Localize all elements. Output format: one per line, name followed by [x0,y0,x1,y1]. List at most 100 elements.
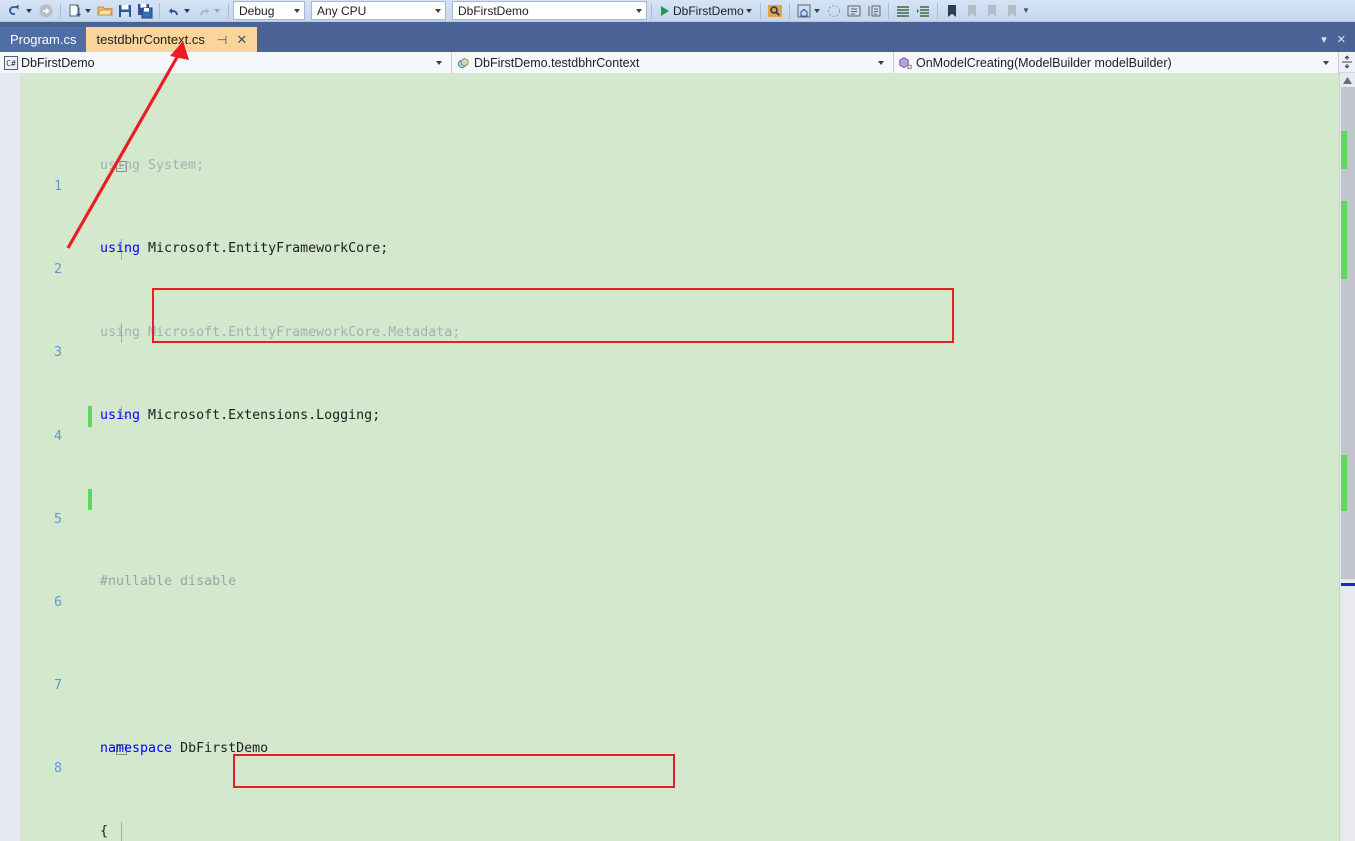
pin-tab-icon[interactable]: ⊣ [217,33,227,47]
close-tab-icon[interactable]: ✕ [236,32,247,48]
change-marker [1341,201,1347,279]
solution-platform-combo[interactable]: Any CPU [311,1,446,20]
line-number: 1 [53,178,62,194]
line-number: 2 [53,262,62,278]
caret-position-marker [1341,583,1355,586]
navbar-member-combo[interactable]: OnModelCreating(ModelBuilder modelBuilde… [894,52,1339,73]
editor-vertical-scrollbar[interactable] [1340,73,1355,841]
navbar-project-value: DbFirstDemo [21,55,95,70]
csharp-project-icon: C# [4,55,18,70]
change-bar [88,405,92,427]
line-number: 7 [53,678,62,694]
save-all-button[interactable] [135,1,155,21]
undo-history-button[interactable] [6,1,36,21]
line-number: 3 [53,345,62,361]
home-button[interactable] [794,1,824,21]
open-file-button[interactable] [95,1,115,21]
line-number: 4 [53,428,62,444]
code-line[interactable]: 3 using Microsoft.EntityFrameworkCore.Me… [20,322,1341,360]
class-icon [456,56,471,70]
scroll-up-arrow-icon[interactable] [1340,73,1355,87]
solution-platform-value: Any CPU [317,3,367,18]
save-icon [117,3,133,19]
comment-icon [846,3,862,19]
redo-button[interactable] [194,1,224,21]
navbar-member-value: OnModelCreating(ModelBuilder modelBuilde… [916,55,1172,70]
main-toolbar: Debug Any CPU DbFirstDemo DbFirstDemo ▾ [0,0,1355,22]
method-icon [898,56,913,70]
outdent-icon [915,3,931,19]
search-icon [767,3,783,19]
navbar-project-combo[interactable]: C# DbFirstDemo [0,52,452,73]
document-tab-strip: Program.cs testdbhrContext.cs ⊣ ✕ ▾ ✕ [0,22,1355,52]
bookmark-icon [944,3,960,19]
solution-configuration-combo[interactable]: Debug [233,1,305,20]
comment-selection-button[interactable] [844,1,864,21]
bookmark-clear-icon [1004,3,1020,19]
line-number: 5 [53,511,62,527]
new-item-button[interactable] [65,1,95,21]
code-line[interactable]: 5 [20,488,1341,527]
startup-project-combo[interactable]: DbFirstDemo [452,1,647,20]
tab-list-dropdown-icon[interactable]: ▾ [1316,33,1332,46]
uncomment-icon [866,3,882,19]
play-triangle-icon [658,3,671,19]
undo-button[interactable] [164,1,194,21]
split-editor-button[interactable] [1339,52,1355,72]
uncomment-selection-button[interactable] [864,1,884,21]
tabstrip-close-icon[interactable]: ✕ [1332,33,1351,46]
bookmark-next-icon [984,3,1000,19]
code-editor[interactable]: 1 − using System; 2 using Microsoft.Enti… [0,73,1355,841]
next-bookmark-button[interactable] [982,1,1002,21]
navbar-type-combo[interactable]: DbFirstDemo.testdbhrContext [452,52,894,73]
find-button[interactable] [765,1,785,21]
code-text-area[interactable]: 1 − using System; 2 using Microsoft.Enti… [20,73,1341,841]
start-debug-label: DbFirstDemo [673,3,744,18]
code-line[interactable]: 2 using Microsoft.EntityFrameworkCore; [20,239,1341,277]
decrease-indent-button[interactable] [913,1,933,21]
navigate-forward-button[interactable] [36,1,56,21]
change-marker [1341,455,1347,511]
line-number: 8 [53,761,62,777]
editor-right-edge [1339,73,1340,841]
code-line[interactable]: 4 using Microsoft.Extensions.Logging; [20,405,1341,444]
attach-dotted-icon [826,3,842,19]
code-line[interactable]: 1 − using System; [20,156,1341,194]
toolbar-overflow-button[interactable]: ▾ [1022,1,1031,21]
tab-program-cs[interactable]: Program.cs [0,27,87,52]
tabstrip-overflow-area: ▾ ✕ [1316,27,1355,52]
save-button[interactable] [115,1,135,21]
increase-indent-button[interactable] [893,1,913,21]
tab-testdbhrcontext-cs-label: testdbhrContext.cs [96,32,205,47]
save-all-icon [137,3,153,19]
forward-arrow-icon [38,3,54,19]
clear-bookmarks-button[interactable] [1002,1,1022,21]
code-line[interactable]: 8 − namespace DbFirstDemo [20,739,1341,777]
editor-navigation-bar: C# DbFirstDemo DbFirstDemo.testdbhrConte… [0,52,1355,73]
toggle-bookmark-button[interactable] [942,1,962,21]
change-marker [1341,131,1347,169]
undo-arrow-icon [8,3,24,19]
code-line[interactable]: 7 [20,655,1341,693]
line-number: 6 [53,594,62,610]
undo-icon [166,3,182,19]
tab-program-cs-label: Program.cs [10,32,77,47]
new-item-icon [67,3,83,19]
open-file-icon [97,3,113,19]
svg-text:C#: C# [6,59,16,68]
indent-icon [895,3,911,19]
code-line[interactable]: 9 { [20,821,1341,841]
navbar-type-value: DbFirstDemo.testdbhrContext [474,55,640,70]
editor-left-margin [0,73,20,841]
tab-testdbhrcontext-cs[interactable]: testdbhrContext.cs ⊣ ✕ [86,27,258,52]
previous-bookmark-button[interactable] [962,1,982,21]
code-line[interactable]: 6 #nullable disable [20,572,1341,610]
solution-configuration-value: Debug [239,3,275,18]
redo-icon [196,3,212,19]
bookmark-prev-icon [964,3,980,19]
home-icon [796,3,812,19]
startup-project-value: DbFirstDemo [458,3,529,18]
attach-process-button[interactable] [824,1,844,21]
start-debug-button[interactable]: DbFirstDemo [656,1,756,21]
change-bar [88,488,92,510]
